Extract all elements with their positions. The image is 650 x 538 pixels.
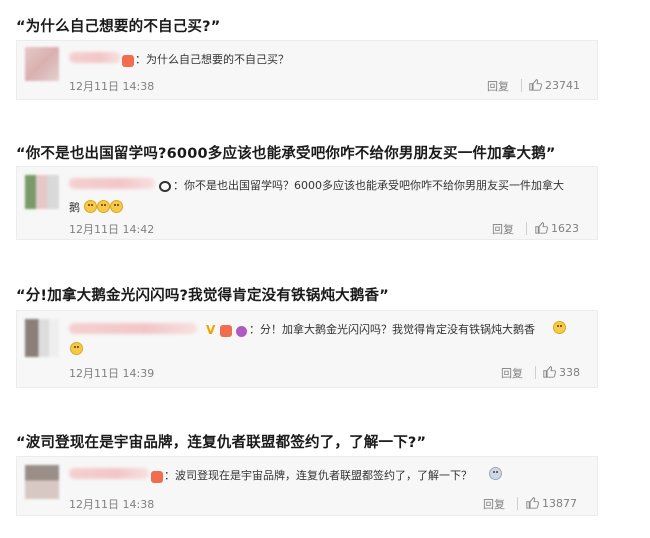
quote-title: “波司登现在是宇宙品牌，连复仇者联盟都签约了，了解一下?” (16, 435, 427, 451)
comment-text: ：为什么自己想要的不自己买？ (135, 53, 289, 66)
quote-title: “分!加拿大鹅金光闪闪吗?我觉得肯定没有铁锅炖大鹅香” (16, 288, 389, 304)
panda-icon (159, 176, 171, 195)
divider (521, 79, 522, 92)
avatar[interactable] (25, 47, 59, 81)
like-count: 13877 (542, 497, 577, 510)
thumbs-up-icon (543, 366, 556, 378)
reply-button[interactable]: 回复 (483, 496, 505, 512)
avatar[interactable] (25, 175, 59, 209)
comment-card: ：波司登现在是宇宙品牌，连复仇者联盟都签约了，了解一下？ 12月11日 14:3… (16, 456, 598, 516)
quote-title: “为什么自己想要的不自己买?” (16, 19, 221, 35)
comment-text: ：你不是也出国留学吗？6000多应该也能承受吧你咋不给你男朋友买一件加拿大 (173, 179, 564, 192)
thumbs-up-icon (526, 497, 539, 509)
comment-text-line2: 鹅 (69, 199, 123, 215)
emoji-icon (553, 321, 566, 334)
like-button[interactable]: 23741 (529, 78, 580, 92)
divider (526, 222, 527, 235)
comment-card: ：你不是也出国留学吗？6000多应该也能承受吧你咋不给你男朋友买一件加拿大 鹅 … (16, 166, 598, 240)
thumbs-up-icon (529, 79, 542, 91)
badge-icon (122, 51, 134, 70)
timestamp: 12月11日 14:42 (69, 223, 155, 236)
flower-icon (236, 321, 247, 340)
emoji-icon (489, 467, 502, 480)
comment-card: V ：分！加拿大鹅金光闪闪吗？我觉得肯定没有铁锅炖大鹅香 12月11日 14:3… (16, 310, 598, 388)
emoji-icon (83, 200, 97, 213)
divider (535, 366, 536, 379)
avatar[interactable] (25, 319, 59, 357)
username-blurred[interactable] (69, 52, 121, 63)
thumbs-up-icon (535, 222, 548, 234)
username-blurred[interactable] (69, 468, 149, 479)
verified-v-icon: V (206, 323, 216, 337)
reply-button[interactable]: 回复 (487, 78, 509, 94)
username-blurred[interactable] (69, 178, 155, 189)
like-count: 23741 (545, 79, 580, 92)
like-button[interactable]: 13877 (526, 496, 577, 510)
reply-button[interactable]: 回复 (492, 221, 514, 237)
avatar[interactable] (25, 465, 59, 499)
divider (517, 497, 518, 510)
emoji-icon (96, 200, 110, 213)
quote-title: “你不是也出国留学吗?6000多应该也能承受吧你咋不给你男朋友买一件加拿大鹅” (16, 146, 556, 162)
comment-text: ：分！加拿大鹅金光闪闪吗？我觉得肯定没有铁锅炖大鹅香 (249, 323, 535, 336)
badge-icon (220, 321, 232, 340)
comment-text: ：波司登现在是宇宙品牌，连复仇者联盟都签约了，了解一下？ (164, 469, 472, 482)
reply-button[interactable]: 回复 (501, 365, 523, 381)
timestamp: 12月11日 14:38 (69, 498, 155, 511)
like-button[interactable]: 338 (543, 365, 580, 379)
comment-card: ：为什么自己想要的不自己买？ 12月11日 14:38 回复 23741 (16, 40, 598, 100)
username-blurred[interactable] (69, 323, 197, 334)
emoji-icon (109, 200, 123, 213)
timestamp: 12月11日 14:38 (69, 80, 155, 93)
comment-text-cont: 鹅 (69, 201, 80, 214)
like-button[interactable]: 1623 (535, 221, 579, 235)
emoji-icon (70, 342, 83, 355)
like-count: 338 (559, 366, 580, 379)
badge-icon (151, 467, 163, 486)
timestamp: 12月11日 14:39 (69, 367, 155, 380)
like-count: 1623 (551, 222, 579, 235)
